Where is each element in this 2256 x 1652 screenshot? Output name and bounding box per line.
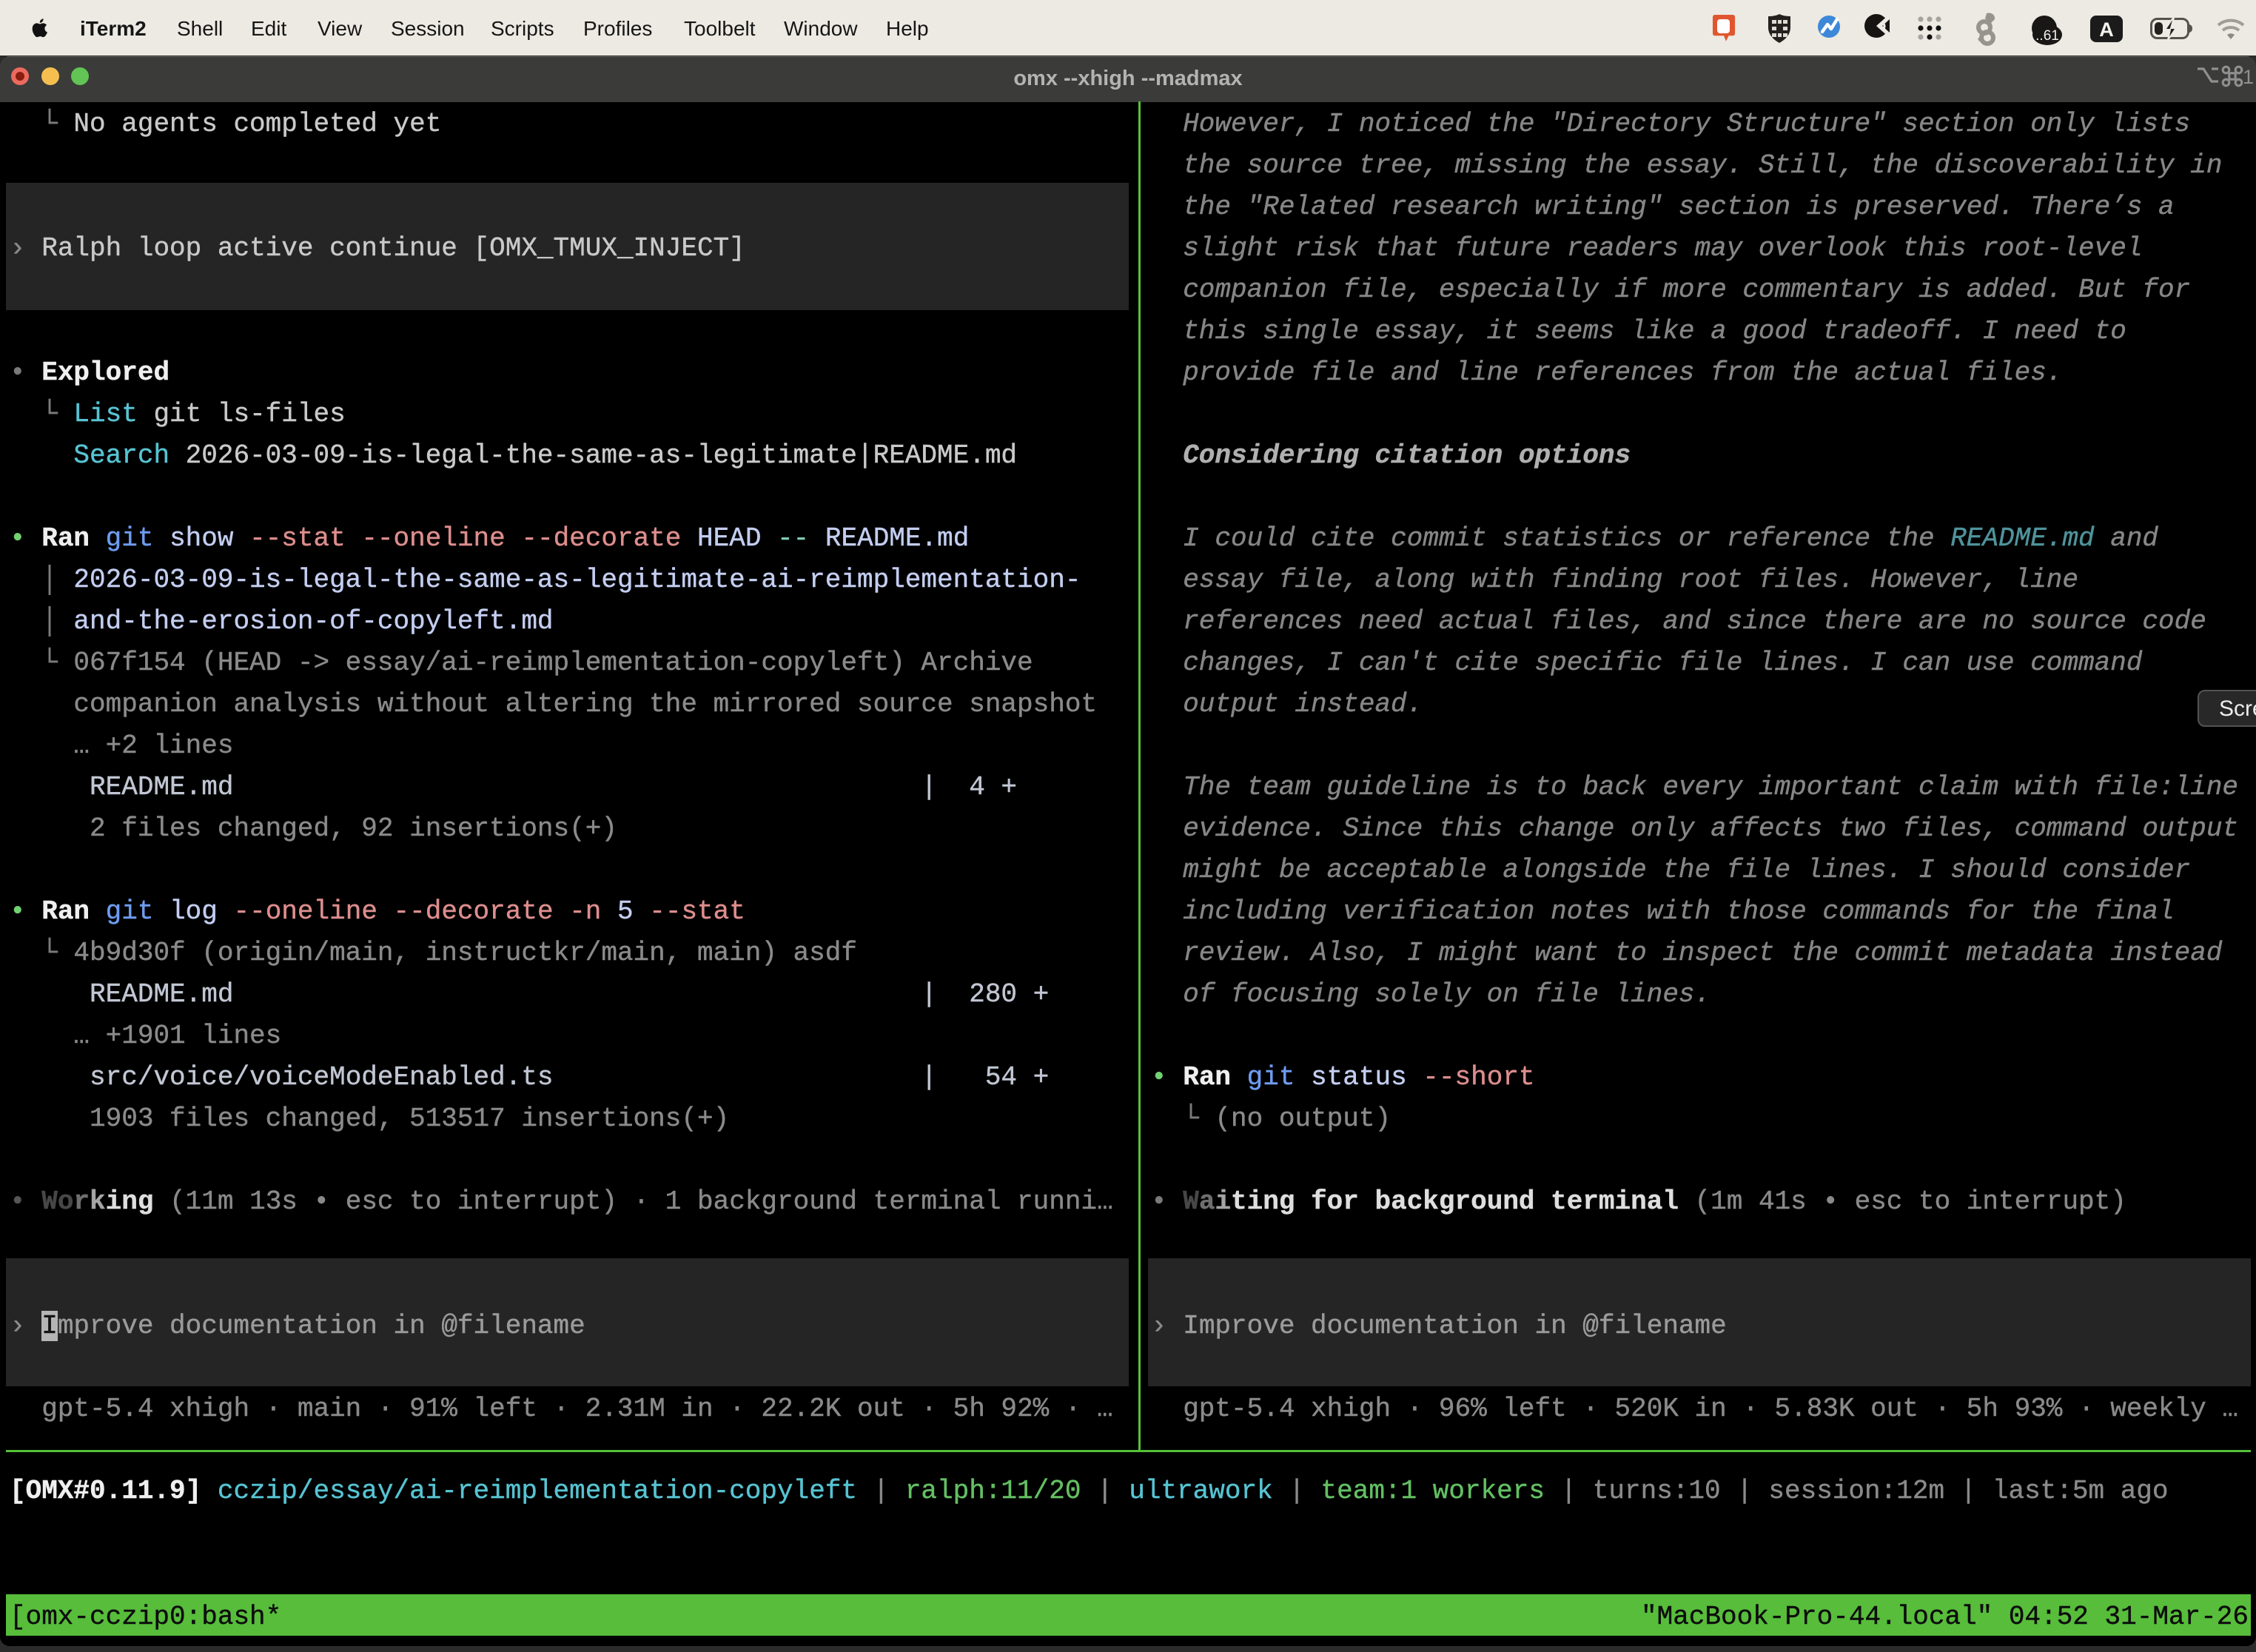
svg-text:1: 1: [2243, 66, 2254, 88]
svg-text:..61: ..61: [2035, 28, 2059, 44]
